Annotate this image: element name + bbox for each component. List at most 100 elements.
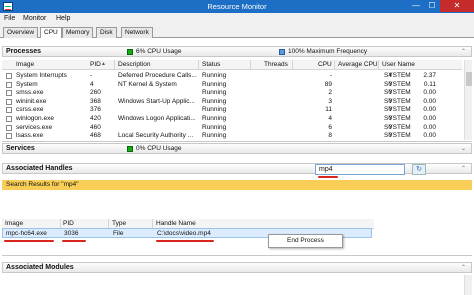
cpu-usage-indicator	[127, 49, 133, 55]
proc-status: Running	[202, 123, 227, 131]
annotation-underline-pid	[62, 240, 86, 242]
annotation-underline-search	[318, 176, 338, 178]
proc-threads: 11	[325, 106, 332, 114]
proc-image: lsass.exe	[16, 132, 44, 140]
process-row[interactable]: lsass.exe 468 Local Security Authority ...…	[2, 131, 462, 141]
process-checkbox[interactable]	[6, 133, 12, 140]
proc-status: Running	[202, 132, 227, 140]
proc-image: csrss.exe	[16, 106, 44, 114]
proc-user-name: SYSTEM	[384, 106, 411, 114]
proc-image: System	[16, 80, 38, 88]
proc-user-name: SYSTEM	[384, 132, 411, 140]
col-pid[interactable]: PID	[90, 61, 101, 68]
process-checkbox[interactable]	[6, 98, 12, 105]
collapse-processes-icon[interactable]: ⌃	[459, 48, 468, 56]
proc-user-name: SYSTEM	[384, 80, 411, 88]
handles-col-image[interactable]: Image	[5, 220, 23, 227]
services-title: Services	[6, 145, 35, 152]
proc-image: winlogon.exe	[16, 115, 54, 122]
proc-description: Local Security Authority ...	[118, 132, 194, 140]
annotation-underline-handle	[156, 240, 214, 242]
associated-modules-title: Associated Modules	[6, 264, 74, 271]
process-checkbox[interactable]	[6, 90, 12, 97]
proc-description: NT Kernel & System	[118, 80, 177, 88]
search-refresh-icon[interactable]: ↻	[412, 164, 426, 175]
scrollbar-thumb[interactable]	[466, 72, 472, 86]
processes-title: Processes	[6, 48, 42, 55]
tab-memory[interactable]: Memory	[62, 27, 94, 38]
tab-network[interactable]: Network	[121, 27, 153, 38]
proc-status: Running	[202, 97, 227, 105]
process-checkbox[interactable]	[6, 73, 12, 79]
handle-pid: 3036	[64, 230, 79, 237]
handle-name: C:\docs\video.mp4	[157, 230, 211, 237]
processes-header[interactable]: Processes 6% CPU Usage 100% Maximum Freq…	[2, 46, 472, 57]
proc-status: Running	[202, 115, 227, 122]
handles-col-handle-name[interactable]: Handle Name	[156, 220, 196, 227]
proc-threads: 6	[328, 123, 332, 131]
proc-image: System Interrupts	[16, 72, 67, 79]
handle-type: File	[113, 230, 124, 237]
menu-file[interactable]: File	[4, 15, 15, 22]
process-checkbox[interactable]	[6, 107, 12, 114]
processes-scrollbar[interactable]	[464, 60, 472, 140]
proc-average-cpu: 0.00	[423, 123, 436, 131]
proc-threads: 3	[328, 97, 332, 105]
menu-help[interactable]: Help	[56, 15, 70, 22]
col-user-name[interactable]: User Name	[382, 61, 415, 68]
col-average-cpu[interactable]: Average CPU	[338, 61, 378, 68]
processes-cpu-usage: 6% CPU Usage	[136, 48, 182, 55]
process-checkbox[interactable]	[6, 116, 12, 122]
context-menu: End Process	[268, 234, 343, 248]
proc-status: Running	[202, 89, 227, 97]
services-usage-indicator	[127, 146, 133, 152]
services-header[interactable]: Services 0% CPU Usage ⌄	[2, 143, 472, 154]
proc-threads: -	[329, 72, 332, 79]
modules-scrollbar[interactable]	[464, 275, 472, 295]
minimize-button[interactable]: —	[408, 0, 424, 12]
process-checkbox[interactable]	[6, 124, 12, 131]
sort-asc-icon: ▲	[101, 61, 106, 67]
max-frequency: 100% Maximum Frequency	[288, 48, 368, 55]
processes-column-header: Image PID ▲ Description Status Threads C…	[2, 60, 462, 70]
proc-pid: 468	[90, 132, 101, 140]
col-description[interactable]: Description	[118, 61, 151, 68]
collapse-handles-icon[interactable]: ⌃	[459, 165, 468, 173]
col-status[interactable]: Status	[202, 61, 220, 68]
proc-user-name: SYSTEM	[384, 97, 411, 105]
proc-user-name: SYSTEM	[384, 115, 411, 122]
proc-pid: -	[90, 72, 93, 79]
handles-col-type[interactable]: Type	[112, 220, 126, 227]
proc-pid: 460	[90, 123, 101, 131]
proc-image: wininit.exe	[16, 97, 47, 105]
col-image[interactable]: Image	[16, 61, 34, 68]
proc-average-cpu: 0.00	[423, 115, 436, 122]
end-process-menu-item[interactable]: End Process	[287, 237, 324, 244]
close-button[interactable]: ✕	[440, 0, 474, 12]
proc-pid: 376	[90, 106, 101, 114]
tab-disk[interactable]: Disk	[96, 27, 117, 38]
maximize-button[interactable]: ☐	[424, 0, 440, 12]
col-threads[interactable]: Threads	[264, 61, 288, 68]
collapse-modules-icon[interactable]: ⌃	[459, 264, 468, 272]
proc-image: services.exe	[16, 123, 53, 131]
proc-pid: 4	[90, 80, 94, 88]
title-bar: Resource Monitor — ☐ ✕	[0, 0, 474, 13]
associated-modules-header[interactable]: Associated Modules ⌃	[2, 262, 472, 273]
proc-average-cpu: 0.00	[423, 106, 436, 114]
process-checkbox[interactable]	[6, 81, 12, 88]
proc-status: Running	[202, 72, 227, 79]
col-cpu[interactable]: CPU	[318, 61, 332, 68]
tab-overview[interactable]: Overview	[3, 27, 39, 38]
menu-monitor[interactable]: Monitor	[23, 15, 46, 22]
proc-average-cpu: 2.37	[423, 72, 436, 79]
proc-description: Deferred Procedure Calls...	[118, 72, 197, 79]
proc-average-cpu: 0.00	[423, 89, 436, 97]
handles-col-pid[interactable]: PID	[63, 220, 74, 227]
expand-services-icon[interactable]: ⌄	[459, 145, 468, 153]
proc-threads: 4	[328, 115, 332, 122]
proc-threads: 8	[328, 132, 332, 140]
frequency-indicator	[279, 49, 285, 55]
handles-search-input[interactable]: mp4	[315, 164, 405, 175]
resource-monitor-app-icon	[3, 2, 13, 11]
